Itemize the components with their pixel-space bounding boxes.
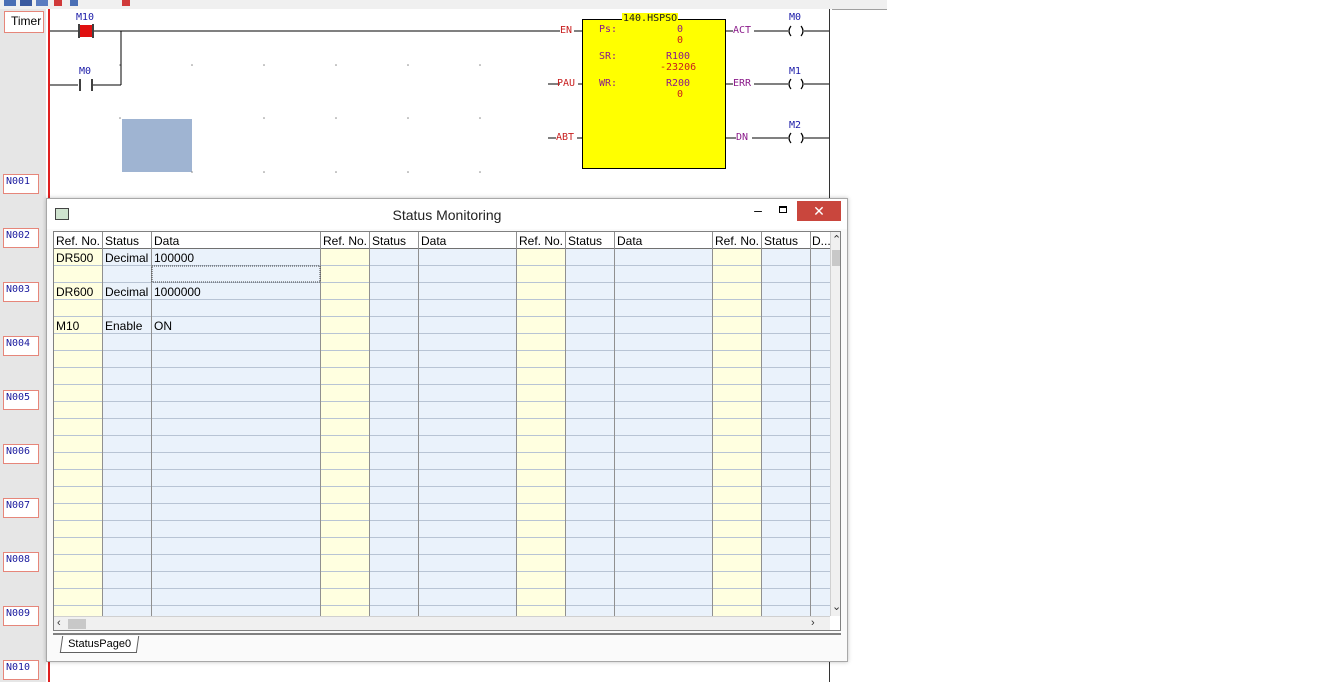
rung-label-n010[interactable]: N010	[3, 660, 39, 680]
sheet-tab-label: StatusPage0	[68, 638, 132, 650]
coil-label-m2[interactable]: M2	[789, 120, 801, 131]
col-header-data-1[interactable]: Data	[154, 234, 179, 248]
fb-param-wr-label: WR:	[599, 78, 618, 89]
contact-label-m0[interactable]: M0	[79, 66, 91, 77]
col-header-ref-3[interactable]: Ref. No.	[519, 234, 563, 248]
fb-input-pau[interactable]: PAU	[557, 78, 575, 89]
col-header-status-2[interactable]: Status	[372, 234, 406, 248]
scroll-down-icon[interactable]: ⌄	[832, 602, 840, 613]
col-header-status-4[interactable]: Status	[764, 234, 798, 248]
close-button[interactable]: ✕	[797, 201, 841, 221]
row-5-status[interactable]: Enable	[105, 319, 142, 333]
row-5-ref[interactable]: M10	[56, 319, 79, 333]
rung-label-n006[interactable]: N006	[3, 444, 39, 464]
maximize-button[interactable]	[773, 203, 795, 221]
fb-param-sr-label: SR:	[599, 51, 618, 62]
col-header-status-1[interactable]: Status	[105, 234, 139, 248]
rung-label-n008[interactable]: N008	[3, 552, 39, 572]
scroll-right-icon[interactable]: ›	[811, 618, 815, 629]
row-3-data[interactable]: 1000000	[154, 285, 201, 299]
monitor-grid[interactable]: Ref. No. Status Data Ref. No. Status Dat…	[53, 231, 841, 631]
function-block-title: 140.HSPSO	[622, 13, 679, 24]
function-block-hspso[interactable]	[582, 19, 726, 169]
contact-label-m10[interactable]: M10	[76, 12, 94, 23]
vertical-scrollbar[interactable]: ⌃ ⌄	[830, 232, 840, 616]
row-3-status[interactable]: Decimal	[105, 285, 148, 299]
fb-param-ps-label: Ps:	[599, 24, 618, 35]
focused-cell	[151, 265, 321, 283]
horizontal-scroll-thumb[interactable]	[68, 619, 86, 629]
col-header-status-3[interactable]: Status	[568, 234, 602, 248]
vertical-scroll-thumb[interactable]	[832, 250, 840, 266]
fb-param-ps-value: 0	[677, 35, 684, 46]
row-1-ref[interactable]: DR500	[56, 251, 93, 265]
row-3-ref[interactable]: DR600	[56, 285, 93, 299]
coil-m0-left	[788, 25, 792, 37]
fb-param-sr-ref: R100	[666, 51, 691, 62]
contact-m10-on	[80, 25, 92, 37]
fb-param-wr-value: 0	[677, 89, 684, 100]
coil-label-m1[interactable]: M1	[789, 66, 801, 77]
rung-label-n007[interactable]: N007	[3, 498, 39, 518]
fb-param-sr-value: -23206	[660, 62, 697, 73]
coil-label-m0[interactable]: M0	[789, 12, 801, 23]
row-1-data[interactable]: 100000	[154, 251, 194, 265]
window-title: Status Monitoring	[392, 207, 502, 223]
row-5-data[interactable]: ON	[154, 319, 172, 333]
fb-output-err[interactable]: ERR	[733, 78, 751, 89]
fb-input-en[interactable]: EN	[560, 25, 572, 36]
rung-label-n005[interactable]: N005	[3, 390, 39, 410]
col-header-ref-4[interactable]: Ref. No.	[715, 234, 759, 248]
col-header-ref-2[interactable]: Ref. No.	[323, 234, 367, 248]
rung-label-n003[interactable]: N003	[3, 282, 39, 302]
fb-param-wr-ref: R200	[666, 78, 691, 89]
status-monitoring-window[interactable]: Status Monitoring – ✕ Ref. No. Status Da…	[46, 198, 848, 662]
col-header-data-4[interactable]: D...	[812, 234, 830, 248]
col-header-ref-1[interactable]: Ref. No.	[56, 234, 100, 248]
window-titlebar[interactable]: Status Monitoring – ✕	[47, 199, 847, 229]
maximize-icon	[779, 206, 787, 213]
fb-output-dn[interactable]: DN	[736, 132, 748, 143]
horizontal-scrollbar[interactable]: ‹ ›	[54, 616, 830, 630]
rung-label-n002[interactable]: N002	[3, 228, 39, 248]
scroll-up-icon[interactable]: ⌃	[832, 235, 840, 246]
col-header-data-2[interactable]: Data	[421, 234, 446, 248]
minimize-button[interactable]: –	[747, 203, 769, 221]
sheet-tab-bar: StatusPage0	[53, 633, 841, 657]
fb-output-act[interactable]: ACT	[733, 25, 751, 36]
sheet-tab-statuspage0[interactable]: StatusPage0	[59, 636, 140, 653]
rung-label-n009[interactable]: N009	[3, 606, 39, 626]
fb-param-ps-ref: 0	[677, 24, 684, 35]
fb-input-abt[interactable]: ABT	[556, 132, 574, 143]
scroll-left-icon[interactable]: ‹	[57, 618, 61, 629]
col-header-data-3[interactable]: Data	[617, 234, 642, 248]
row-1-status[interactable]: Decimal	[105, 251, 148, 265]
rung-label-n004[interactable]: N004	[3, 336, 39, 356]
